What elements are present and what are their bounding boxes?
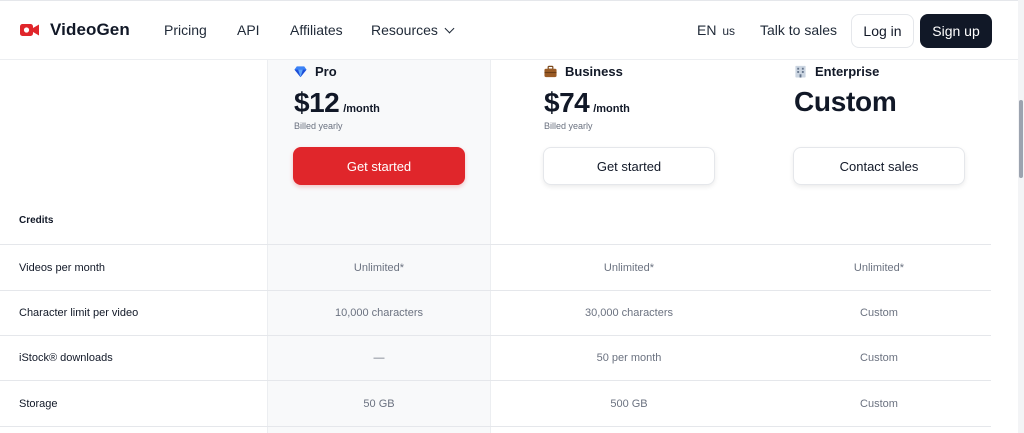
plan-business-header: Business $74 /month Billed yearly <box>544 60 630 131</box>
building-icon <box>795 65 806 78</box>
divider <box>0 426 991 427</box>
pro-value: 10,000 characters <box>334 306 424 319</box>
nav-link-pricing[interactable]: Pricing <box>164 22 207 38</box>
enterprise-value: Unlimited* <box>853 261 905 274</box>
plan-period: /month <box>593 103 630 115</box>
plan-name: Business <box>565 64 623 79</box>
resources-label: Resources <box>371 22 438 38</box>
feature-label: Storage <box>19 397 58 410</box>
business-value: 500 GB <box>610 397 648 410</box>
plan-period: /month <box>343 103 380 115</box>
nav-link-affiliates[interactable]: Affiliates <box>290 22 343 38</box>
table-row: Storage 50 GB 500 GB Custom <box>0 381 991 426</box>
table-row: Character limit per video 10,000 charact… <box>0 290 991 335</box>
business-value: Unlimited* <box>603 261 655 274</box>
pro-get-started-button[interactable]: Get started <box>293 147 465 185</box>
table-row: iStock® downloads — 50 per month Custom <box>0 335 991 380</box>
enterprise-value: Custom <box>860 397 898 410</box>
feature-label: iStock® downloads <box>19 351 113 364</box>
chevron-down-icon <box>444 23 455 34</box>
talk-to-sales-link[interactable]: Talk to sales <box>760 22 837 38</box>
brand[interactable]: VideoGen <box>19 19 130 41</box>
briefcase-icon <box>544 65 557 78</box>
plan-name: Pro <box>315 64 337 79</box>
billing-note: Billed yearly <box>294 121 343 131</box>
pro-value: Unlimited* <box>353 261 405 274</box>
nav-link-api[interactable]: API <box>237 22 260 38</box>
plan-price: Custom <box>794 86 897 117</box>
scrollbar-track[interactable] <box>1018 0 1024 433</box>
business-value: 30,000 characters <box>584 306 674 319</box>
nav-link-resources[interactable]: Resources <box>371 22 455 38</box>
pro-value: 50 GB <box>363 397 395 410</box>
plan-enterprise-header: Enterprise Custom <box>794 60 897 118</box>
pro-value: — <box>373 351 385 364</box>
table-row: Videos per month Unlimited* Unlimited* U… <box>0 245 991 290</box>
plan-price: $12 <box>294 87 340 118</box>
language-code: EN <box>697 22 717 38</box>
plan-price: $74 <box>544 87 590 118</box>
feature-label: Videos per month <box>19 261 106 274</box>
plan-pro-header: Pro $12 /month Billed yearly <box>294 60 380 131</box>
billing-note: Billed yearly <box>544 121 593 131</box>
signup-button[interactable]: Sign up <box>920 14 992 48</box>
language-selector[interactable]: EN us <box>697 22 735 38</box>
top-navbar: VideoGen Pricing API Affiliates Resource… <box>0 0 1018 60</box>
plan-name: Enterprise <box>815 64 880 79</box>
language-region: us <box>722 24 736 38</box>
business-value: 50 per month <box>596 351 662 364</box>
login-button[interactable]: Log in <box>851 14 914 48</box>
scrollbar-thumb[interactable] <box>1019 100 1023 178</box>
gem-icon <box>294 66 307 78</box>
brand-name: VideoGen <box>50 20 130 39</box>
enterprise-contact-sales-button[interactable]: Contact sales <box>793 147 965 185</box>
enterprise-value: Custom <box>860 306 898 319</box>
business-get-started-button[interactable]: Get started <box>543 147 715 185</box>
feature-label: Character limit per video <box>19 306 139 319</box>
enterprise-value: Custom <box>860 351 898 364</box>
videocam-logo-icon <box>20 24 39 36</box>
section-credits-label: Credits <box>19 215 54 226</box>
